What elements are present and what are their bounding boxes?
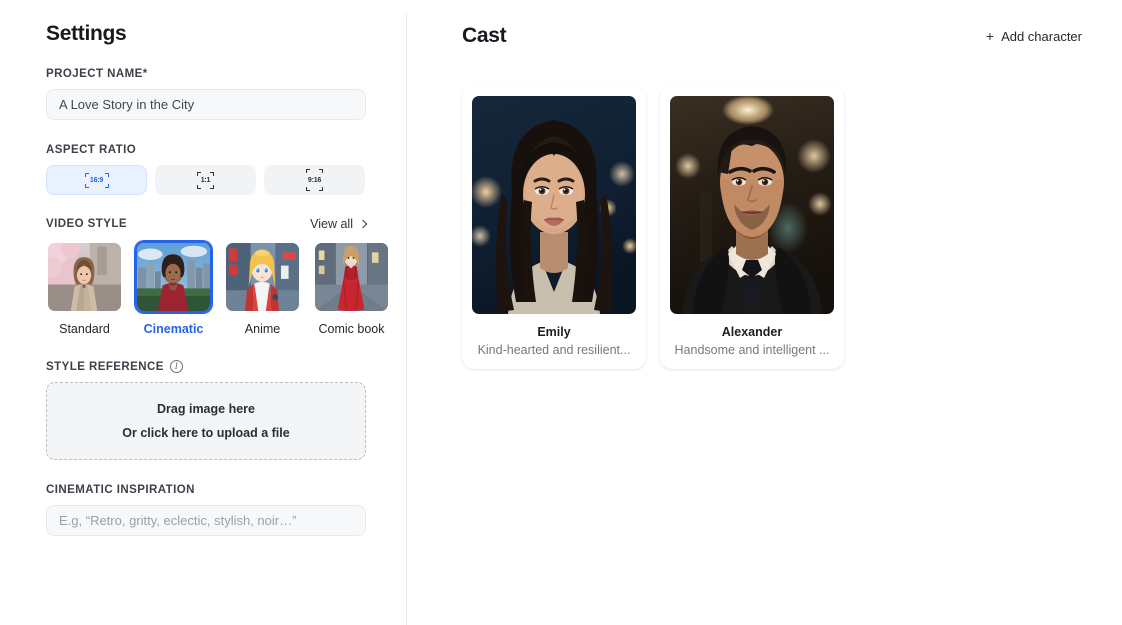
video-style-option-standard[interactable]: Standard <box>46 241 123 336</box>
plus-icon: + <box>985 28 995 44</box>
character-name: Emily <box>537 325 571 339</box>
view-all-label: View all <box>310 217 353 231</box>
character-card-emily[interactable]: Emily Kind-hearted and resilient... <box>462 86 646 369</box>
style-reference-dropzone[interactable]: Drag image here Or click here to upload … <box>46 382 366 460</box>
view-all-styles-button[interactable]: View all <box>310 217 368 231</box>
project-name-label-text: PROJECT NAME* <box>46 68 148 80</box>
info-icon[interactable]: i <box>169 360 183 373</box>
video-style-options: Standard Cinematic Anime Comic book <box>46 241 388 336</box>
settings-panel: Settings PROJECT NAME* ASPECT RATIO 16:9 <box>0 0 406 625</box>
cast-grid: Emily Kind-hearted and resilient... Alex… <box>462 86 1082 369</box>
character-photo-emily <box>472 96 636 314</box>
crop-frame-9-16-icon: 9:16 <box>306 169 323 191</box>
character-photo-alexander <box>670 96 834 314</box>
cast-title: Cast <box>462 24 507 47</box>
crop-frame-1-1-icon: 1:1 <box>197 171 214 189</box>
aspect-ratio-option-9-16[interactable]: 9:16 <box>264 165 365 195</box>
video-style-option-cinematic[interactable]: Cinematic <box>135 241 212 336</box>
video-style-option-standard-label: Standard <box>59 322 110 336</box>
aspect-ratio-option-9-16-label: 9:16 <box>307 176 322 184</box>
video-style-label: VIDEO STYLE <box>46 218 127 230</box>
video-style-option-comic-book-label: Comic book <box>318 322 385 336</box>
style-reference-label-text: STYLE REFERENCE <box>46 360 164 373</box>
video-style-thumbnail-anime <box>224 241 301 313</box>
character-description: Handsome and intelligent ... <box>674 343 830 357</box>
cinematic-inspiration-input[interactable] <box>46 505 366 536</box>
add-character-button[interactable]: + Add character <box>986 29 1082 44</box>
settings-title: Settings <box>46 22 127 45</box>
video-style-thumbnail-cinematic <box>135 241 212 313</box>
video-style-header: VIDEO STYLE View all <box>46 217 368 231</box>
character-card-alexander[interactable]: Alexander Handsome and intelligent ... <box>660 86 844 369</box>
aspect-ratio-option-1-1-label: 1:1 <box>200 176 211 184</box>
aspect-ratio-label-text: ASPECT RATIO <box>46 144 137 156</box>
video-style-section: VIDEO STYLE View all Standard Cinematic … <box>46 217 406 336</box>
video-style-option-anime[interactable]: Anime <box>224 241 301 336</box>
video-style-label-text: VIDEO STYLE <box>46 218 127 230</box>
aspect-ratio-option-16-9[interactable]: 16:9 <box>46 165 147 195</box>
character-name: Alexander <box>721 325 783 339</box>
dropzone-subtitle: Or click here to upload a file <box>122 426 290 440</box>
video-style-thumbnail-comic-book <box>313 241 390 313</box>
style-reference-section: STYLE REFERENCE i Drag image here Or cli… <box>46 360 406 460</box>
project-name-section: PROJECT NAME* <box>46 68 406 120</box>
aspect-ratio-section: ASPECT RATIO 16:9 1:1 9:16 <box>46 144 406 195</box>
aspect-ratio-options: 16:9 1:1 9:16 <box>46 165 406 195</box>
project-name-label: PROJECT NAME* <box>46 68 406 80</box>
chevron-right-icon <box>358 219 368 229</box>
aspect-ratio-option-1-1[interactable]: 1:1 <box>155 165 256 195</box>
video-style-option-anime-label: Anime <box>244 322 281 336</box>
project-name-input[interactable] <box>46 89 366 120</box>
video-style-option-comic-book[interactable]: Comic book <box>313 241 390 336</box>
aspect-ratio-label: ASPECT RATIO <box>46 144 406 156</box>
cinematic-inspiration-label: CINEMATIC INSPIRATION <box>46 484 406 496</box>
cast-header: Cast + Add character <box>462 22 1082 50</box>
video-style-thumbnail-standard <box>46 241 123 313</box>
character-description: Kind-hearted and resilient... <box>477 343 631 357</box>
crop-frame-16-9-icon: 16:9 <box>84 172 109 188</box>
video-style-option-cinematic-label: Cinematic <box>143 322 204 336</box>
style-reference-label: STYLE REFERENCE i <box>46 360 406 373</box>
aspect-ratio-option-16-9-label: 16:9 <box>89 176 104 184</box>
dropzone-title: Drag image here <box>157 402 255 416</box>
cinematic-inspiration-label-text: CINEMATIC INSPIRATION <box>46 484 195 496</box>
add-character-label: Add character <box>1001 28 1082 44</box>
cast-panel: Cast + Add character Emily Kind-hearted … <box>406 0 1122 625</box>
app-root: Settings PROJECT NAME* ASPECT RATIO 16:9 <box>0 0 1122 625</box>
cinematic-inspiration-section: CINEMATIC INSPIRATION <box>46 484 406 536</box>
